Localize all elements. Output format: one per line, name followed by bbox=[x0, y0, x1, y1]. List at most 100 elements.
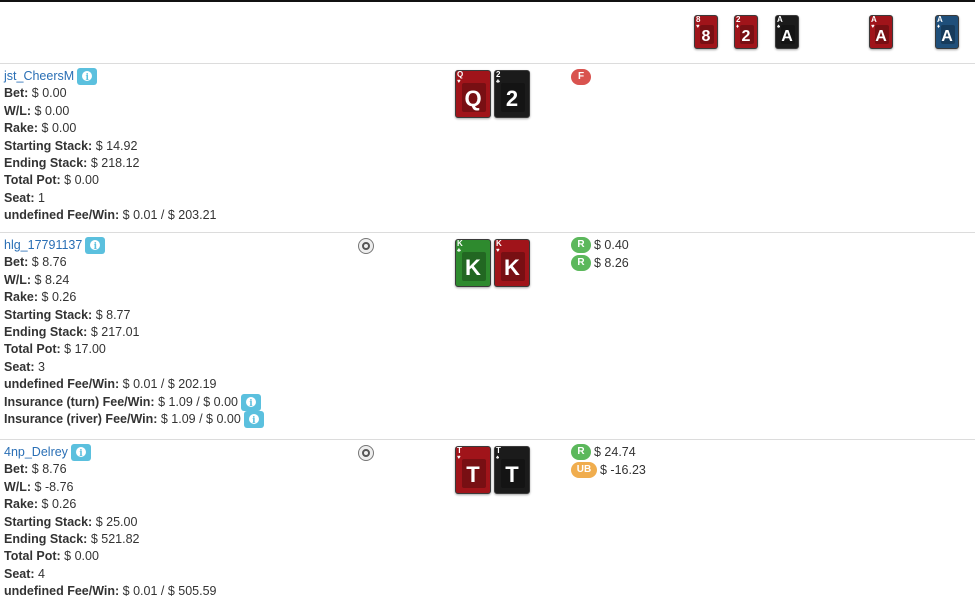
hole-card-1: K ♣ K bbox=[455, 239, 491, 287]
uncalled-bet-badge: UB bbox=[571, 462, 597, 478]
card-corner-rank: K bbox=[457, 239, 463, 248]
raise-badge: R bbox=[571, 444, 591, 460]
seat-row: Seat: 3 bbox=[4, 359, 264, 376]
hole-card-2: T ♠ T bbox=[494, 446, 530, 494]
fee-win-row: undefined Fee/Win: $ 0.01 / $ 203.21 bbox=[4, 207, 216, 224]
action-list: R $ 0.40 R $ 8.26 bbox=[571, 236, 629, 272]
board-card-1: 8 ♥ 8 bbox=[694, 15, 718, 49]
card-rank: 8 bbox=[701, 28, 711, 45]
card-rank: 2 bbox=[505, 86, 519, 111]
player-info: 4np_Delrey Bet: $ 8.76 W/L: $ -8.76 Rake… bbox=[4, 444, 216, 601]
value: $ 0.01 / $ 203.21 bbox=[119, 208, 217, 223]
total-pot-row: Total Pot: $ 0.00 bbox=[4, 548, 216, 565]
card-corner-rank: A bbox=[777, 15, 783, 24]
bet-row: Bet: $ 0.00 bbox=[4, 85, 216, 102]
card-rank: T bbox=[505, 462, 519, 487]
player-info: hlg_17791137 Bet: $ 8.76 W/L: $ 8.24 Rak… bbox=[4, 237, 264, 431]
action-item: UB $ -16.23 bbox=[571, 461, 646, 479]
card-corner-rank: T bbox=[457, 446, 462, 455]
value: $ 0.00 bbox=[31, 103, 70, 118]
player-name-link[interactable]: hlg_17791137 bbox=[4, 238, 82, 252]
card-corner-rank: 8 bbox=[696, 15, 701, 24]
wl-row: W/L: $ 0.00 bbox=[4, 103, 216, 120]
total-pot-row: Total Pot: $ 17.00 bbox=[4, 341, 264, 358]
info-icon[interactable] bbox=[241, 393, 261, 413]
value: $ 217.01 bbox=[87, 325, 140, 340]
value: $ 25.00 bbox=[92, 514, 138, 529]
value: $ 521.82 bbox=[87, 532, 140, 547]
card-corner-rank: 2 bbox=[496, 70, 501, 79]
action-item: R $ 24.74 bbox=[571, 443, 646, 461]
bet-row: Bet: $ 8.76 bbox=[4, 461, 216, 478]
value: $ 0.01 / $ 505.59 bbox=[119, 584, 217, 599]
board-card-5: A ♦ A bbox=[935, 15, 959, 49]
label: Ending Stack: bbox=[4, 325, 88, 340]
hole-card-1: Q ♥ Q bbox=[455, 70, 491, 118]
label: W/L: bbox=[4, 103, 32, 118]
insurance-river-row: Insurance (river) Fee/Win: $ 1.09 / $ 0.… bbox=[4, 411, 264, 431]
value: 3 bbox=[34, 359, 46, 374]
player-name-link[interactable]: jst_CheersM bbox=[4, 69, 74, 83]
card-corner-rank: T bbox=[496, 446, 501, 455]
heart-icon: ♥ bbox=[457, 79, 461, 85]
ending-stack-row: Ending Stack: $ 218.12 bbox=[4, 155, 216, 172]
dealer-chip-icon bbox=[358, 238, 374, 254]
raise-badge: R bbox=[571, 237, 591, 253]
ending-stack-row: Ending Stack: $ 521.82 bbox=[4, 531, 216, 548]
starting-stack-row: Starting Stack: $ 8.77 bbox=[4, 307, 264, 324]
fold-badge: F bbox=[571, 69, 591, 85]
label: Ending Stack: bbox=[4, 532, 88, 547]
label: Insurance (river) Fee/Win: bbox=[4, 412, 158, 427]
label: Insurance (turn) Fee/Win: bbox=[4, 394, 155, 409]
value: $ 14.92 bbox=[92, 138, 138, 153]
card-rank: A bbox=[875, 28, 887, 45]
label: Rake: bbox=[4, 121, 39, 136]
info-icon[interactable] bbox=[85, 237, 106, 257]
club-icon: ♣ bbox=[496, 79, 500, 85]
card-rank: T bbox=[466, 462, 480, 487]
board-card-4: A ♥ A bbox=[869, 15, 893, 49]
value: $ 0.00 bbox=[60, 173, 99, 188]
wl-row: W/L: $ -8.76 bbox=[4, 479, 216, 496]
card-corner-rank: K bbox=[496, 239, 502, 248]
value: $ 1.09 / $ 0.00 bbox=[157, 412, 241, 427]
info-icon[interactable] bbox=[77, 68, 98, 88]
value: $ 218.12 bbox=[87, 156, 140, 171]
label: Seat: bbox=[4, 566, 35, 581]
player-row-3: 4np_Delrey Bet: $ 8.76 W/L: $ -8.76 Rake… bbox=[0, 440, 975, 606]
label: undefined Fee/Win: bbox=[4, 377, 120, 392]
label: Total Pot: bbox=[4, 173, 61, 188]
action-amount: $ -16.23 bbox=[600, 463, 646, 477]
card-rank: 2 bbox=[741, 28, 751, 45]
value: $ 0.00 bbox=[60, 549, 99, 564]
player-row-1: jst_CheersM Bet: $ 0.00 W/L: $ 0.00 Rake… bbox=[0, 64, 975, 233]
card-rank: A bbox=[781, 28, 793, 45]
label: Bet: bbox=[4, 86, 29, 101]
raise-badge: R bbox=[571, 255, 591, 271]
rake-row: Rake: $ 0.26 bbox=[4, 496, 216, 513]
label: undefined Fee/Win: bbox=[4, 584, 120, 599]
value: $ 0.26 bbox=[38, 290, 77, 305]
card-corner-rank: A bbox=[937, 15, 943, 24]
ending-stack-row: Ending Stack: $ 217.01 bbox=[4, 324, 264, 341]
card-rank: K bbox=[465, 255, 481, 280]
card-corner-rank: A bbox=[871, 15, 877, 24]
hole-card-1: T ♥ T bbox=[455, 446, 491, 494]
label: Rake: bbox=[4, 290, 39, 305]
seat-row: Seat: 4 bbox=[4, 566, 216, 583]
card-rank: Q bbox=[464, 86, 482, 111]
info-icon[interactable] bbox=[243, 411, 264, 431]
label: Rake: bbox=[4, 497, 39, 512]
heart-icon: ♥ bbox=[457, 455, 461, 461]
player-name-link[interactable]: 4np_Delrey bbox=[4, 445, 68, 459]
label: W/L: bbox=[4, 272, 32, 287]
value: 1 bbox=[34, 190, 46, 205]
insurance-turn-row: Insurance (turn) Fee/Win: $ 1.09 / $ 0.0… bbox=[4, 393, 264, 413]
action-item: R $ 8.26 bbox=[571, 254, 629, 272]
label: Seat: bbox=[4, 359, 35, 374]
fee-win-row: undefined Fee/Win: $ 0.01 / $ 202.19 bbox=[4, 376, 264, 393]
action-amount: $ 8.26 bbox=[594, 256, 629, 270]
board-cards: 8 ♥ 8 2 ♦ 2 A ♠ A A ♥ A A ♦ A bbox=[0, 0, 975, 64]
seat-row: Seat: 1 bbox=[4, 190, 216, 207]
info-icon[interactable] bbox=[70, 444, 91, 464]
